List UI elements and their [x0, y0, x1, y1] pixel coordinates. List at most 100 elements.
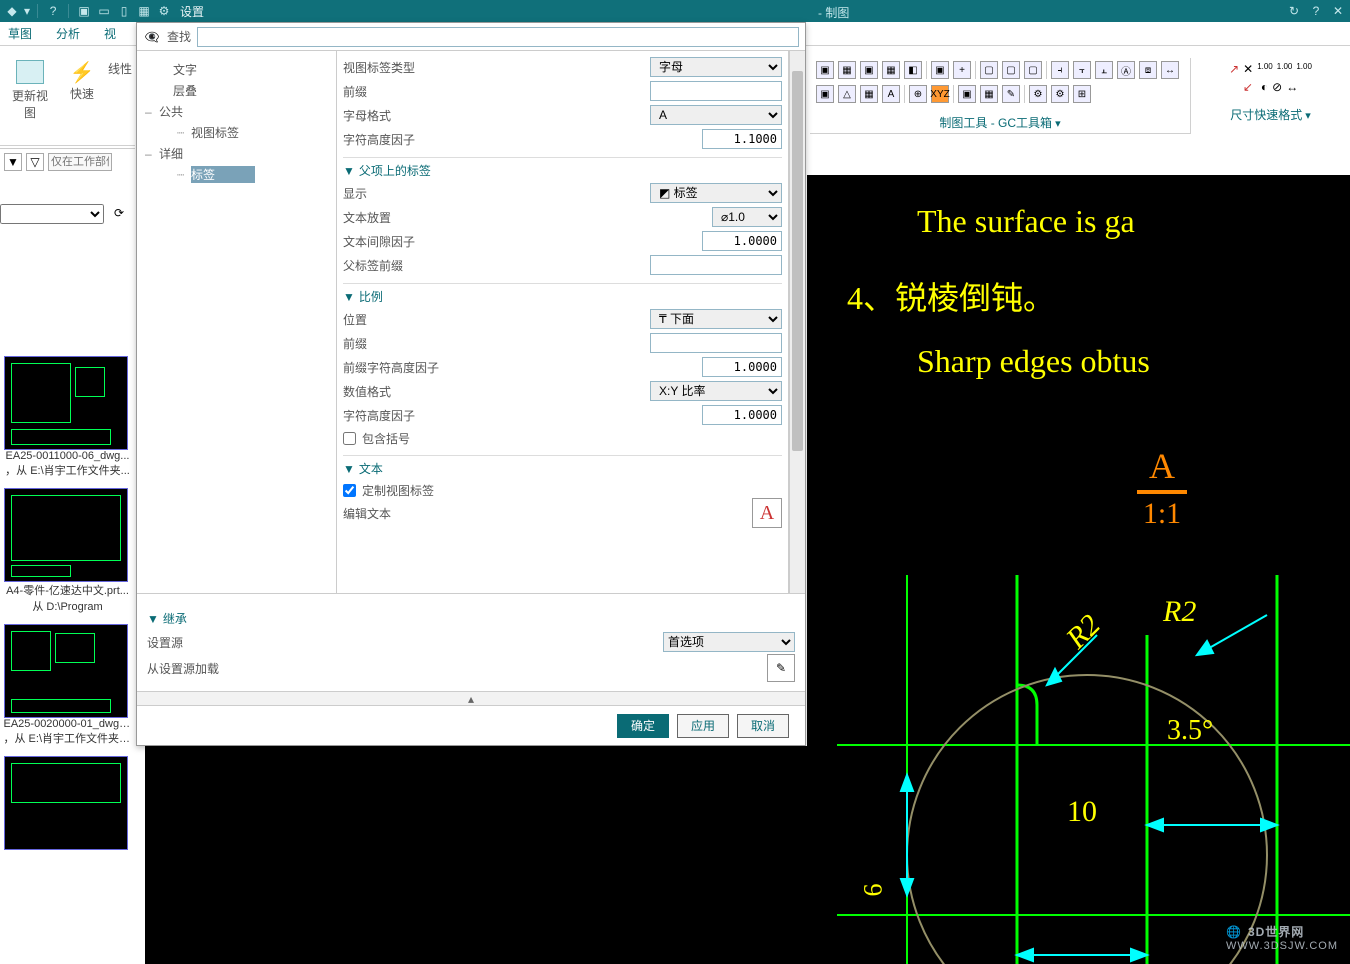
drawing-canvas[interactable]: The surface is ga 4、锐棱倒钝。 Sharp edges ob…	[807, 175, 1350, 964]
window-icon[interactable]: ▦	[136, 3, 152, 19]
eyedropper-button[interactable]: ✎	[767, 654, 795, 682]
left-combo-select[interactable]	[0, 204, 104, 224]
display-select[interactable]: ◩ 标签	[650, 183, 782, 203]
tool-icon[interactable]: ▦	[860, 85, 878, 103]
text-place-select[interactable]: ⌀1.0	[712, 207, 782, 227]
thumbnail-item[interactable]: EA25-0011000-06_dwg... ，从 E:\肖宇工作文件夹...	[4, 356, 132, 478]
help-icon[interactable]: ?	[45, 3, 61, 19]
tool-icon[interactable]: ⊘	[1272, 80, 1282, 94]
prefix-input[interactable]	[650, 81, 782, 101]
tool-icon[interactable]: ▦	[980, 85, 998, 103]
tree-node-detail[interactable]: –详细	[145, 143, 336, 164]
filter-input[interactable]	[48, 153, 112, 171]
thumbnail-item[interactable]: EA25-0020000-01_dwg1... ，从 E:\肖宇工作文件夹\链.…	[4, 624, 132, 746]
dialog-search-header: 👁‍🗨 查找	[137, 23, 805, 51]
text-gap-input[interactable]	[702, 231, 782, 251]
tool-icon[interactable]: ▣	[816, 85, 834, 103]
layout2-icon[interactable]: ▭	[96, 3, 112, 19]
tool-icon[interactable]: ⚙	[1051, 85, 1069, 103]
tool-icon[interactable]: ↔	[1161, 61, 1179, 79]
tool-icon[interactable]: ↙	[1243, 80, 1253, 94]
thumbnail-item[interactable]	[4, 756, 132, 850]
undo-icon[interactable]: ↻	[1286, 3, 1302, 19]
tool-icon[interactable]: ⫞	[1051, 61, 1069, 79]
tool-icon[interactable]: ⫠	[1095, 61, 1113, 79]
gear-icon[interactable]: ⚙	[156, 3, 172, 19]
linear-button[interactable]: 线性	[108, 60, 132, 77]
tool-icon[interactable]: ⊕	[909, 85, 927, 103]
num-format-select[interactable]: X:Y 比率	[650, 381, 782, 401]
tool-icon[interactable]: ▢	[1002, 61, 1020, 79]
settings-tree: 文字 层叠 –公共 ┈视图标签 –详细 ┈标签	[137, 51, 337, 593]
tool-icon[interactable]: A	[882, 85, 900, 103]
tree-node-label[interactable]: ┈标签	[145, 164, 336, 185]
tool-icon[interactable]: ▢	[1024, 61, 1042, 79]
prefix-char-height-input[interactable]	[702, 357, 782, 377]
tool-icon[interactable]: ✎	[1002, 85, 1020, 103]
tool-icon[interactable]: ▣	[931, 61, 949, 79]
section-text[interactable]: ▼文本	[343, 455, 782, 477]
tree-node-layer[interactable]: 层叠	[145, 80, 336, 101]
tool-icon[interactable]: 1.00	[1257, 62, 1273, 76]
quick-button[interactable]: ⚡ 快速	[64, 60, 100, 102]
tool-icon[interactable]: ◐	[1261, 80, 1268, 94]
view-label-type-select[interactable]: 字母	[650, 57, 782, 77]
section-parent-label[interactable]: ▼父项上的标签	[343, 157, 782, 179]
tool-icon[interactable]: ▣	[860, 61, 878, 79]
tool-icon[interactable]: ▣	[958, 85, 976, 103]
tree-node-text[interactable]: 文字	[145, 59, 336, 80]
tool-icon[interactable]: ◧	[904, 61, 922, 79]
combo-gear-icon[interactable]: ⟳	[114, 206, 124, 220]
tool-icon[interactable]: ▦	[838, 61, 856, 79]
tool-icon[interactable]: 1.00	[1296, 62, 1312, 76]
menu-view[interactable]: 视	[104, 25, 116, 42]
find-input[interactable]	[197, 27, 799, 47]
ok-button[interactable]: 确定	[617, 714, 669, 738]
char-height-input[interactable]	[702, 129, 782, 149]
tool-icon[interactable]: ▢	[980, 61, 998, 79]
tool-icon[interactable]: ▣	[816, 61, 834, 79]
custom-view-label-checkbox[interactable]	[343, 484, 356, 497]
position-select[interactable]: ₸ 下面	[650, 309, 782, 329]
tool-icon[interactable]: Ⓐ	[1117, 61, 1135, 79]
tool-icon[interactable]: ▦	[882, 61, 900, 79]
thumbnail-item[interactable]: A4-零件-亿速达中文.prt... 从 D:\Program	[4, 488, 132, 614]
help2-icon[interactable]: ?	[1308, 3, 1324, 19]
thumbnail-panel: EA25-0011000-06_dwg... ，从 E:\肖宇工作文件夹... …	[0, 234, 135, 964]
tree-node-viewlabel[interactable]: ┈视图标签	[145, 122, 336, 143]
menu-analyze[interactable]: 分析	[56, 25, 80, 42]
layout3-icon[interactable]: ▯	[116, 3, 132, 19]
menu-sketch[interactable]: 草图	[8, 25, 32, 42]
tool-icon[interactable]: +	[953, 61, 971, 79]
layout1-icon[interactable]: ▣	[76, 3, 92, 19]
letter-format-select[interactable]: A	[650, 105, 782, 125]
tool-icon[interactable]: ⊞	[1073, 85, 1091, 103]
collapse-bar[interactable]: ▴	[137, 691, 805, 705]
tool-icon[interactable]: ✕	[1243, 62, 1253, 76]
tool-icon[interactable]: ⚙	[1029, 85, 1047, 103]
tool-icon[interactable]: 1.00	[1277, 62, 1293, 76]
filter-icon[interactable]: ▼	[4, 153, 22, 171]
tree-node-common[interactable]: –公共	[145, 101, 336, 122]
tool-icon[interactable]: ⧈	[1139, 61, 1157, 79]
tool-icon[interactable]: XYZ	[931, 85, 949, 103]
include-brackets-checkbox[interactable]	[343, 432, 356, 445]
scale-prefix-input[interactable]	[650, 333, 782, 353]
app-menu-icon[interactable]: ◆	[4, 3, 20, 19]
tool-icon[interactable]: ↗	[1229, 62, 1239, 76]
props-scrollbar[interactable]	[789, 51, 805, 593]
section-scale[interactable]: ▼比例	[343, 283, 782, 305]
inherit-source-select[interactable]: 首选项	[663, 632, 795, 652]
close-icon[interactable]: ✕	[1330, 3, 1346, 19]
inherit-header[interactable]: ▼继承	[147, 606, 795, 627]
char-height2-input[interactable]	[702, 405, 782, 425]
edit-text-button[interactable]: A	[752, 498, 782, 528]
filter2-icon[interactable]: ▽	[26, 153, 44, 171]
tool-icon[interactable]: △	[838, 85, 856, 103]
cancel-button[interactable]: 取消	[737, 714, 789, 738]
tool-icon[interactable]: ⫟	[1073, 61, 1091, 79]
update-view-button[interactable]: 更新视图	[8, 60, 52, 121]
tool-icon[interactable]: ↔	[1286, 80, 1298, 94]
parent-prefix-input[interactable]	[650, 255, 782, 275]
apply-button[interactable]: 应用	[677, 714, 729, 738]
